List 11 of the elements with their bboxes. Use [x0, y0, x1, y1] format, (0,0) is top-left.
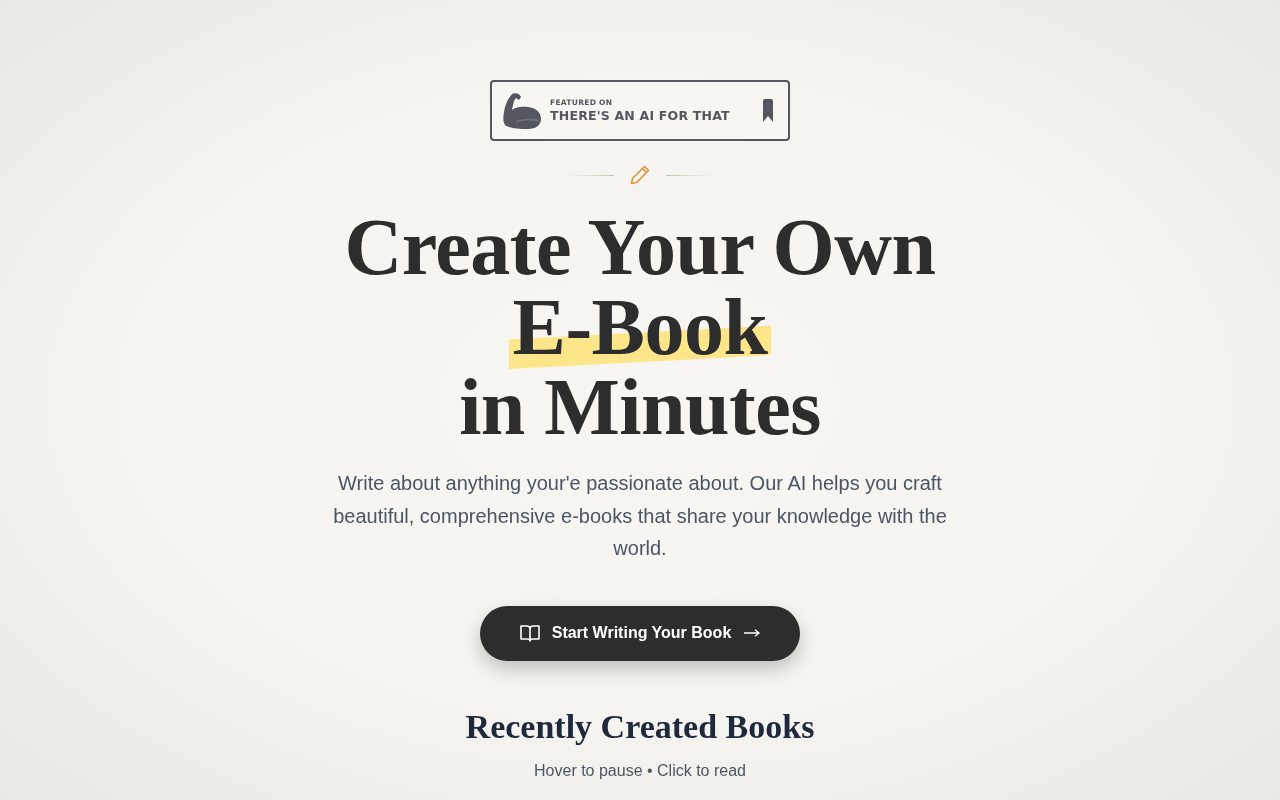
start-writing-button[interactable]: Start Writing Your Book	[480, 605, 800, 661]
open-book-icon	[519, 624, 540, 642]
hero-subtitle: Write about anything your'e passionate about. Our AI helps you craft beautiful, comprehensive e-books that share your knowledge with the world.	[332, 471, 948, 561]
section-heading: Recently Created Books	[464, 706, 816, 747]
site-name: THERE'S AN AI FOR THAT	[550, 109, 731, 122]
hero-headline: Create Your Own E-Book in Minutes	[343, 207, 937, 447]
section-hint: Hover to pause • Click to read	[533, 760, 747, 781]
arrow-right-icon	[744, 629, 761, 637]
pencil-icon	[630, 165, 650, 185]
bookmark-icon	[762, 99, 774, 122]
flexed-arm-icon	[502, 91, 542, 130]
